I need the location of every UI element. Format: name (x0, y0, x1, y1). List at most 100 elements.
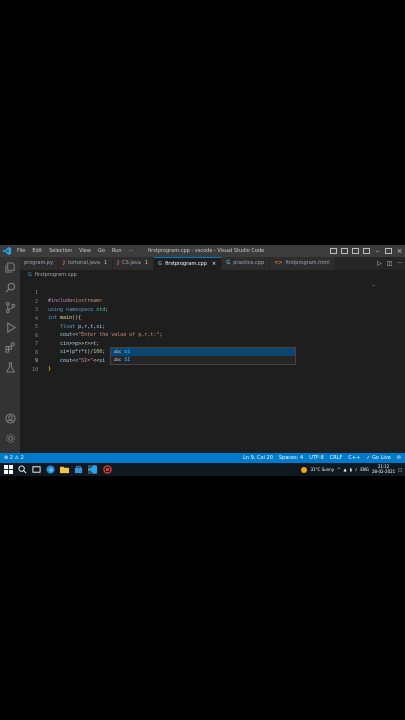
network-icon[interactable]: ▲ (344, 467, 347, 472)
minimize-icon[interactable]: – (374, 248, 381, 255)
tab-label: tortorial.java (67, 260, 101, 266)
layout-icon[interactable] (352, 248, 359, 254)
run-code-icon[interactable]: ▷ (377, 260, 382, 267)
code-line: 3 int main(){ (20, 298, 405, 321)
suggestion-label: si (124, 349, 131, 355)
store-icon[interactable] (74, 465, 83, 474)
vscode-taskbar-icon[interactable] (88, 465, 97, 474)
menu-bar: File Edit Selection View Go Run ··· (17, 245, 133, 257)
menu-edit[interactable]: Edit (32, 245, 42, 257)
menu-go[interactable]: Go (98, 245, 105, 257)
action-center-icon[interactable]: □ (398, 467, 402, 472)
window-controls: – × (330, 245, 403, 257)
tab-firstprogram-html[interactable]: <> firstprogram.html (270, 257, 336, 270)
breadcrumb-file: firstprogram.cpp (34, 272, 77, 278)
notifications-icon[interactable]: ✉ (397, 453, 401, 463)
window-title: firstprogram.cpp - vscode - Visual Studi… (148, 248, 265, 254)
settings-gear-icon[interactable] (4, 432, 16, 444)
problem-count: 1 (144, 260, 148, 266)
edge-browser-icon[interactable] (46, 465, 55, 474)
toggle-sidebar-icon[interactable] (330, 248, 337, 254)
menu-file[interactable]: File (17, 245, 25, 257)
weather-sun-icon (301, 466, 308, 473)
tab-cs-java[interactable]: J CS.java 1 (113, 257, 154, 270)
menu-view[interactable]: View (79, 245, 91, 257)
text-kind-icon: abc (114, 349, 122, 354)
file-explorer-icon[interactable] (60, 465, 69, 474)
encoding[interactable]: UTF-8 (309, 453, 324, 463)
suggestion-label: SI (124, 357, 131, 363)
code-line: 5 cout<<"Enter the value of p,r,t:"; (20, 315, 405, 338)
explorer-icon[interactable] (4, 261, 16, 273)
line-number: 10 (31, 366, 38, 373)
clock-date: 28-02-2021 (371, 468, 396, 474)
system-tray: 31°C Sunny ^ ▲ ▮ ♪ ENG 21:12 28-02-2021 … (301, 463, 402, 476)
suggestion-item[interactable]: abc si (111, 348, 295, 356)
code-editor[interactable]: 1 #include<iostream> 2 using namespace s… (20, 280, 405, 453)
run-debug-icon[interactable] (4, 321, 16, 333)
tab-label: firstprogram.cpp (165, 261, 207, 267)
search-icon[interactable] (18, 465, 27, 474)
menu-run[interactable]: Run (112, 245, 122, 257)
activity-bar (0, 257, 20, 453)
cpp-file-icon: G (28, 272, 32, 278)
clock[interactable]: 21:12 28-02-2021 (371, 464, 396, 474)
weather-text[interactable]: 31°C Sunny (310, 467, 334, 472)
suggest-widget: abc si abc SI (110, 347, 296, 365)
indentation[interactable]: Spaces: 4 (279, 453, 303, 463)
vscode-logo-icon (3, 247, 11, 255)
tray-chevron-icon[interactable]: ^ (337, 467, 340, 472)
split-editor-icon[interactable]: ◫ (387, 260, 393, 267)
task-view-icon[interactable] (32, 465, 41, 474)
windows-start-icon[interactable] (4, 465, 13, 474)
close-window-icon[interactable]: × (396, 248, 403, 255)
more-actions-icon[interactable]: ··· (397, 260, 403, 267)
search-icon[interactable] (4, 281, 16, 293)
windows-taskbar: 31°C Sunny ^ ▲ ▮ ♪ ENG 21:12 28-02-2021 … (0, 463, 405, 476)
editor-actions: ▷ ◫ ··· (377, 257, 403, 270)
title-bar: File Edit Selection View Go Run ··· firs… (0, 245, 405, 257)
extensions-icon[interactable] (4, 341, 16, 353)
language-mode[interactable]: C++ (348, 453, 360, 463)
code-line: 6 cin>>p>>r>>t; (20, 324, 405, 347)
end-of-line[interactable]: CRLF (330, 453, 343, 463)
input-language[interactable]: ENG (360, 467, 369, 472)
code-line: 1 #include<iostream> (20, 281, 405, 304)
accounts-icon[interactable] (4, 412, 16, 424)
breadcrumb[interactable]: Gfirstprogram.cpp (20, 270, 77, 280)
go-live-button[interactable]: ✓ Go Live (366, 453, 391, 463)
menu-selection[interactable]: Selection (49, 245, 72, 257)
tab-practice-cpp[interactable]: Gpractice.cpp (222, 257, 271, 270)
code-line: 2 using namespace std; (20, 290, 405, 313)
volume-icon[interactable]: ♪ (355, 467, 358, 472)
testing-icon[interactable] (4, 361, 16, 373)
tab-program-py[interactable]: program.py (20, 257, 60, 270)
tab-label: practice.cpp (233, 260, 265, 266)
tab-tortorial-java[interactable]: Jtortorial.java 1 (59, 257, 114, 270)
vscode-window: File Edit Selection View Go Run ··· firs… (0, 245, 405, 476)
tab-label: CS.java (122, 260, 141, 266)
close-tab-icon[interactable]: × (212, 261, 216, 267)
maximize-icon[interactable] (385, 248, 392, 254)
tab-label: firstprogram.html (285, 260, 330, 266)
source-control-icon[interactable] (4, 301, 16, 313)
go-live-label: Go Live (372, 455, 391, 461)
battery-icon[interactable]: ▮ (350, 467, 352, 472)
toggle-panel-icon[interactable] (341, 248, 348, 254)
cpp-file-icon: G (226, 260, 231, 266)
customize-layout-icon[interactable] (363, 248, 370, 254)
text-kind-icon: abc (114, 357, 122, 362)
tab-firstprogram-cpp[interactable]: Gfirstprogram.cpp × (154, 257, 223, 270)
code-line: 7 si=(p*r*t)/100; (20, 332, 405, 355)
problem-count: 1 (104, 260, 108, 266)
problems-indicator[interactable]: ⊗ 2 ⚠ 2 (4, 453, 24, 463)
java-file-icon: J (63, 260, 65, 266)
html-file-icon: <> (274, 260, 283, 266)
cpp-file-icon: G (158, 261, 163, 267)
code-line: 4 float p,r,t,si; (20, 307, 405, 330)
screen-recorder-icon[interactable] (103, 465, 112, 474)
suggestion-item[interactable]: abc SI (111, 356, 295, 364)
fold-indicator[interactable]: — (372, 283, 375, 289)
cursor-position[interactable]: Ln 9, Col 20 (243, 453, 273, 463)
menu-more[interactable]: ··· (129, 245, 134, 257)
